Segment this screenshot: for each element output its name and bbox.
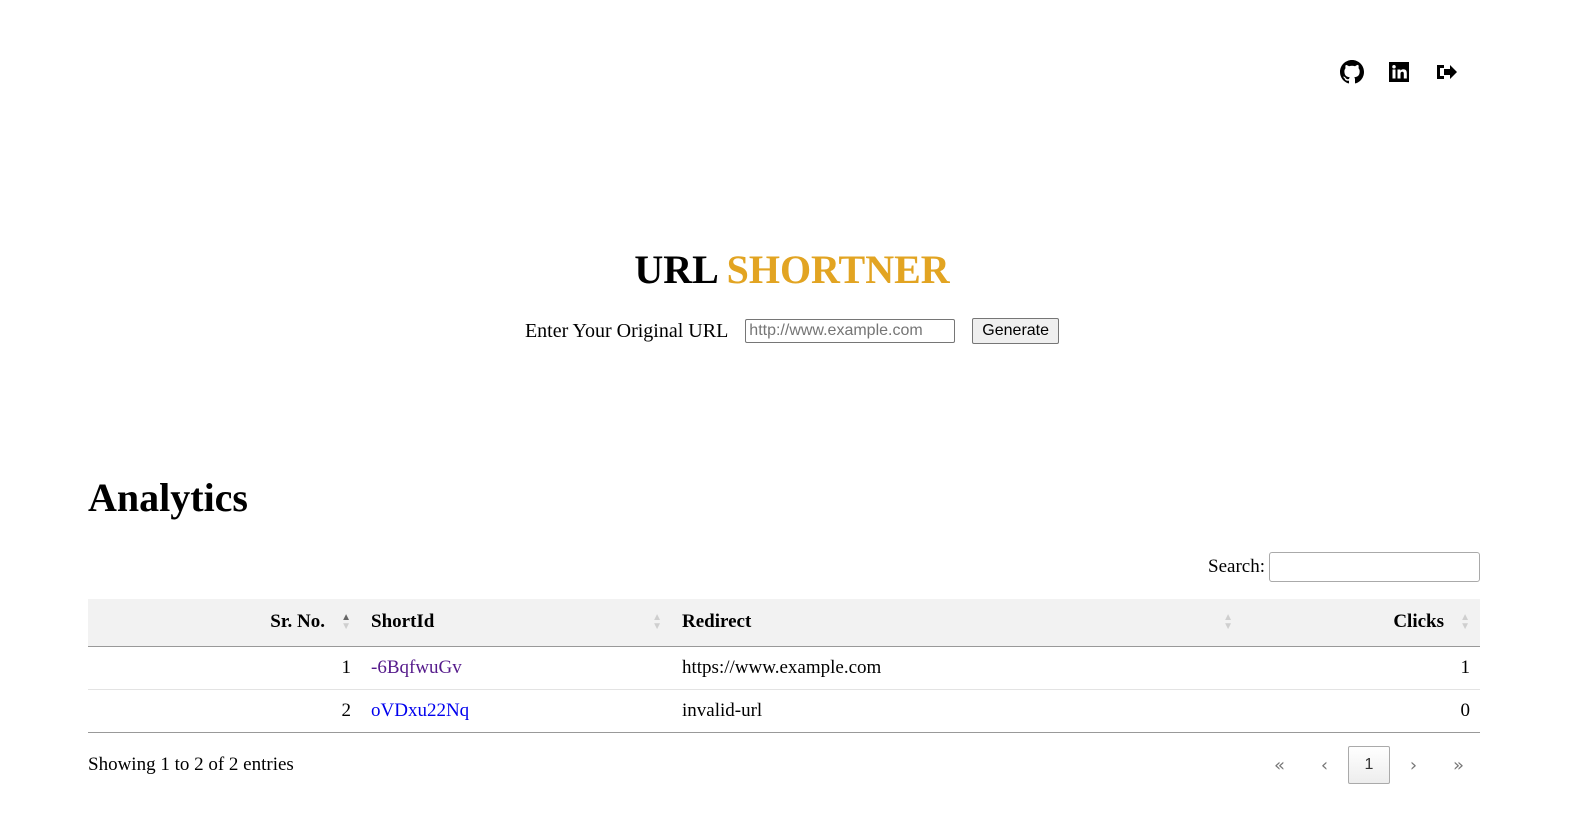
generate-button[interactable]: Generate bbox=[972, 318, 1060, 344]
hero: URL SHORTNER bbox=[0, 246, 1584, 294]
table-row: 1 -6BqfwuGv https://www.example.com 1 bbox=[88, 646, 1480, 689]
pager-previous-button[interactable]: ‹ bbox=[1303, 747, 1346, 783]
column-header-shortid[interactable]: ShortId ▲ ▼ bbox=[361, 599, 672, 646]
sort-icon: ▲ ▼ bbox=[341, 612, 351, 633]
linkedin-icon[interactable] bbox=[1387, 60, 1411, 84]
pager-last-button[interactable]: » bbox=[1437, 747, 1480, 783]
cell-redirect: https://www.example.com bbox=[682, 656, 882, 678]
cell-clicks: 0 bbox=[1460, 699, 1471, 721]
sort-icon: ▲ ▼ bbox=[1460, 612, 1470, 633]
pagination: « ‹ 1 › » bbox=[1256, 746, 1480, 784]
logout-icon[interactable] bbox=[1434, 60, 1458, 84]
url-input[interactable] bbox=[745, 319, 956, 343]
sort-icon: ▲ ▼ bbox=[1223, 612, 1233, 633]
cell-redirect: invalid-url bbox=[682, 699, 763, 721]
column-label: Clicks bbox=[1393, 611, 1444, 633]
search-input[interactable] bbox=[1269, 552, 1480, 582]
column-label: Sr. No. bbox=[270, 611, 325, 633]
cell-sr-no: 1 bbox=[341, 656, 352, 678]
sort-icon: ▲ ▼ bbox=[652, 612, 662, 633]
search-label: Search: bbox=[1208, 556, 1265, 577]
pager-next-button[interactable]: › bbox=[1392, 747, 1435, 783]
column-header-redirect[interactable]: Redirect ▲ ▼ bbox=[672, 599, 1243, 646]
cell-clicks: 1 bbox=[1460, 656, 1471, 678]
shortid-link[interactable]: -6BqfwuGv bbox=[371, 657, 462, 678]
table-info: Showing 1 to 2 of 2 entries bbox=[88, 754, 294, 775]
analytics-table: Sr. No. ▲ ▼ ShortId ▲ ▼ Redirect ▲ ▼ Clicks… bbox=[88, 599, 1480, 733]
url-label: Enter Your Original URL bbox=[524, 319, 729, 342]
pager-page-1[interactable]: 1 bbox=[1348, 746, 1390, 784]
analytics-title: Analytics bbox=[88, 475, 248, 520]
column-header-sr-no[interactable]: Sr. No. ▲ ▼ bbox=[88, 599, 361, 646]
pager-first-button[interactable]: « bbox=[1258, 747, 1301, 783]
table-search: Search: bbox=[1208, 552, 1480, 582]
column-label: ShortId bbox=[371, 611, 435, 633]
table-header-row: Sr. No. ▲ ▼ ShortId ▲ ▼ Redirect ▲ ▼ Clicks… bbox=[88, 599, 1480, 646]
github-icon[interactable] bbox=[1340, 60, 1364, 84]
column-header-clicks[interactable]: Clicks ▲ ▼ bbox=[1243, 599, 1480, 646]
table-row: 2 oVDxu22Nq invalid-url 0 bbox=[88, 689, 1480, 732]
shorten-form: Enter Your Original URL Generate bbox=[0, 318, 1584, 344]
app-title-plain: URL bbox=[634, 247, 717, 292]
cell-sr-no: 2 bbox=[341, 699, 352, 721]
top-icon-bar bbox=[1340, 60, 1458, 84]
cell-shortid: oVDxu22Nq bbox=[361, 689, 672, 732]
cell-shortid: -6BqfwuGv bbox=[361, 646, 672, 689]
app-title: URL SHORTNER bbox=[0, 246, 1584, 294]
shortid-link[interactable]: oVDxu22Nq bbox=[371, 700, 469, 721]
app-title-accent: SHORTNER bbox=[726, 247, 950, 292]
column-label: Redirect bbox=[682, 611, 752, 633]
